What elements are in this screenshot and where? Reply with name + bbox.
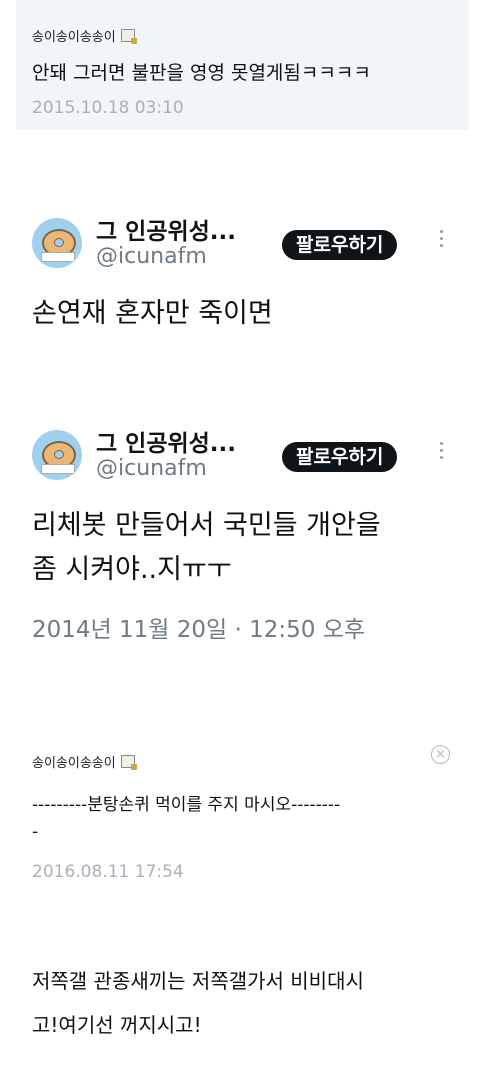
comment-nickname[interactable]: 송이송이송송이 <box>32 26 116 45</box>
comment-text: 안돼 그러면 불판을 영영 못열게됨ㅋㅋㅋㅋ <box>32 62 371 84</box>
body-text-line-1: 저쪽갤 관종새끼는 저쪽갤가서 비비대시 <box>32 969 364 993</box>
avatar[interactable] <box>32 218 82 268</box>
tweet-author-handle[interactable]: @icunafm <box>96 244 207 269</box>
comment-nickname[interactable]: 송이송이송송이 <box>32 752 116 771</box>
tweet-author-handle[interactable]: @icunafm <box>96 456 207 481</box>
comment-card-1: 송이송이송송이 안돼 그러면 불판을 영영 못열게됨ㅋㅋㅋㅋ 2015.10.1… <box>16 0 469 130</box>
tweet-text-line-1: 리체봇 만들어서 국민들 개안을 <box>32 510 381 541</box>
memo-icon <box>120 29 137 44</box>
tweet-header-1: 그 인공위성... @icunafm 팔로우하기 <box>32 212 462 272</box>
tweet-author-name[interactable]: 그 인공위성... <box>96 424 236 458</box>
body-text-line-2: 고!여기선 꺼지시고! <box>32 1013 202 1037</box>
tweet-text-line-2: 좀 시켜야..지ㅠㅜ <box>32 554 232 585</box>
comment-timestamp: 2015.10.18 03:10 <box>32 98 184 118</box>
comment-text-line-1: ---------분탕손퀴 먹이를 주지 마시오-------- <box>32 795 341 815</box>
comment-author-row: 송이송이송송이 <box>32 26 137 45</box>
tweet-timestamp[interactable]: 2014년 11월 20일 · 12:50 오후 <box>32 610 365 644</box>
follow-button[interactable]: 팔로우하기 <box>282 442 398 472</box>
comment-author-row: 송이송이송송이 <box>32 752 137 771</box>
close-icon[interactable]: × <box>431 745 450 764</box>
tweet-header-2: 그 인공위성... @icunafm 팔로우하기 <box>32 424 462 484</box>
memo-icon <box>120 755 137 770</box>
avatar[interactable] <box>32 430 82 480</box>
comment-text-line-2: - <box>32 822 39 842</box>
tweet-author-name[interactable]: 그 인공위성... <box>96 212 236 246</box>
more-options-icon[interactable] <box>438 230 444 252</box>
comment-timestamp: 2016.08.11 17:54 <box>32 862 184 882</box>
tweet-text: 손연재 혼자만 죽이면 <box>32 298 273 329</box>
follow-button[interactable]: 팔로우하기 <box>282 230 398 260</box>
more-options-icon[interactable] <box>438 442 444 464</box>
